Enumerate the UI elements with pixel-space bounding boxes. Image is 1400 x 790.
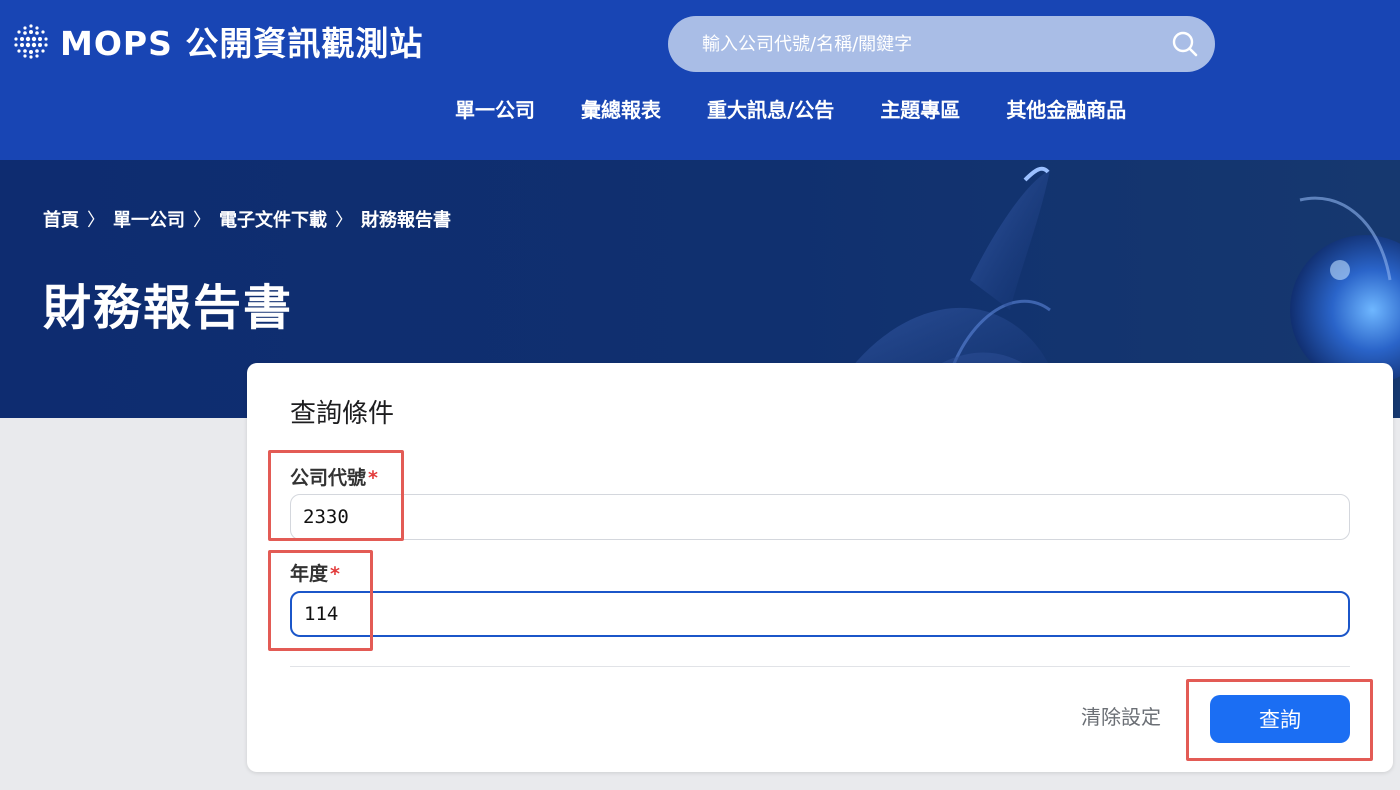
- year-label-text: 年度: [290, 563, 329, 585]
- breadcrumb-home[interactable]: 首頁: [43, 206, 79, 232]
- nav-item-summary-reports[interactable]: 彙總報表: [581, 92, 661, 128]
- breadcrumb-current: 財務報告書: [361, 210, 451, 231]
- nav-item-major-announcements[interactable]: 重大訊息/公告: [707, 92, 834, 128]
- year-input[interactable]: [290, 591, 1350, 637]
- site-header: MOPS 公開資訊觀測站 單一公司 彙總報表 重大訊息/公告 主題專區 其他金融…: [0, 0, 1400, 160]
- breadcrumb-e-document-download[interactable]: 電子文件下載: [219, 206, 327, 232]
- search-input[interactable]: [668, 16, 1148, 72]
- logo-dots-icon: [14, 24, 48, 59]
- breadcrumb-separator: 〉: [87, 210, 105, 231]
- search-icon: [1172, 31, 1198, 57]
- required-mark: *: [368, 467, 378, 489]
- site-search: [668, 16, 1215, 72]
- query-card-title: 查詢條件: [290, 399, 395, 429]
- breadcrumb: 首頁 〉 單一公司 〉 電子文件下載 〉 財務報告書: [43, 206, 451, 232]
- query-button[interactable]: 查詢: [1210, 695, 1350, 743]
- company-code-input[interactable]: [290, 494, 1350, 540]
- query-card: 查詢條件 公司代號* 年度* 清除設定 查詢: [247, 363, 1393, 772]
- form-divider: [290, 666, 1350, 667]
- breadcrumb-single-company[interactable]: 單一公司: [113, 206, 185, 232]
- company-code-label-text: 公司代號: [290, 467, 367, 489]
- page-title: 財務報告書: [43, 280, 294, 336]
- breadcrumb-separator: 〉: [335, 210, 353, 231]
- clear-settings-button[interactable]: 清除設定: [1081, 701, 1161, 730]
- company-code-label: 公司代號 *: [290, 463, 378, 490]
- nav-item-topics[interactable]: 主題專區: [880, 92, 960, 128]
- year-label: 年度 *: [290, 559, 340, 586]
- required-mark: *: [330, 563, 340, 585]
- nav-item-single-company[interactable]: 單一公司: [455, 92, 535, 128]
- main-nav: 單一公司 彙總報表 重大訊息/公告 主題專區 其他金融商品: [455, 92, 1126, 128]
- breadcrumb-separator: 〉: [193, 210, 211, 231]
- nav-item-other-financial-products[interactable]: 其他金融商品: [1006, 92, 1126, 128]
- site-logo[interactable]: MOPS 公開資訊觀測站: [12, 20, 424, 63]
- search-button[interactable]: [1169, 28, 1201, 60]
- logo-text: MOPS 公開資訊觀測站: [60, 24, 424, 63]
